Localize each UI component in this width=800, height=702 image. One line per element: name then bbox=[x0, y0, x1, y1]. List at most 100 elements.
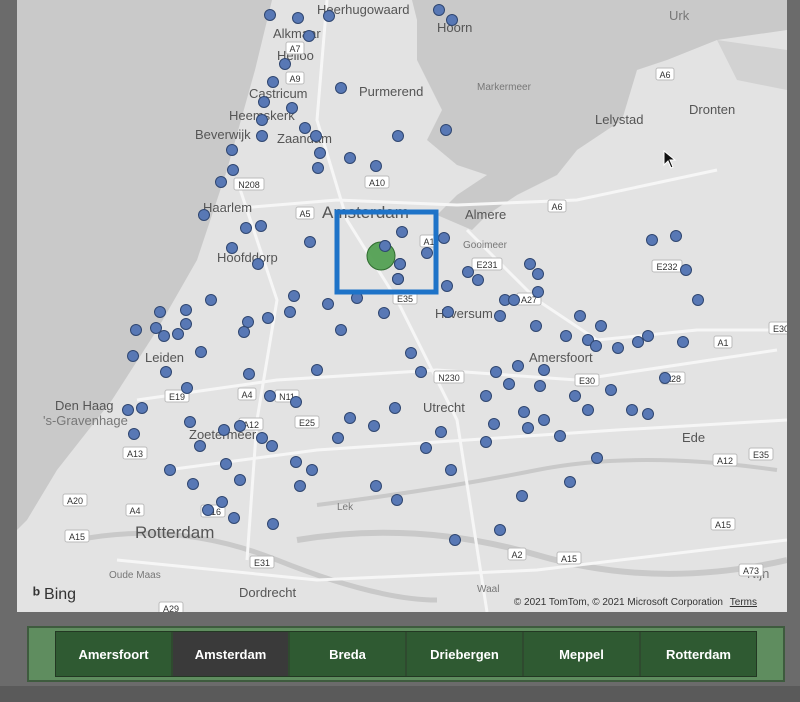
location-marker[interactable] bbox=[642, 330, 654, 342]
location-marker[interactable] bbox=[256, 114, 268, 126]
location-marker[interactable] bbox=[591, 452, 603, 464]
location-marker[interactable] bbox=[534, 380, 546, 392]
location-marker[interactable] bbox=[314, 147, 326, 159]
location-marker[interactable] bbox=[258, 96, 270, 108]
location-marker[interactable] bbox=[518, 406, 530, 418]
location-marker[interactable] bbox=[242, 316, 254, 328]
location-marker[interactable] bbox=[378, 307, 390, 319]
location-marker[interactable] bbox=[216, 496, 228, 508]
location-marker[interactable] bbox=[180, 304, 192, 316]
location-marker[interactable] bbox=[396, 226, 408, 238]
location-marker[interactable] bbox=[256, 432, 268, 444]
location-marker[interactable] bbox=[243, 368, 255, 380]
location-marker[interactable] bbox=[564, 476, 576, 488]
location-marker[interactable] bbox=[288, 290, 300, 302]
location-marker[interactable] bbox=[680, 264, 692, 276]
location-marker[interactable] bbox=[433, 4, 445, 16]
location-marker[interactable] bbox=[670, 230, 682, 242]
location-marker[interactable] bbox=[279, 58, 291, 70]
location-marker[interactable] bbox=[180, 318, 192, 330]
location-marker[interactable] bbox=[267, 76, 279, 88]
location-marker[interactable] bbox=[582, 404, 594, 416]
location-marker[interactable] bbox=[303, 30, 315, 42]
location-marker[interactable] bbox=[438, 232, 450, 244]
location-marker[interactable] bbox=[446, 14, 458, 26]
slicer-button-meppel[interactable]: Meppel bbox=[524, 632, 639, 676]
location-marker[interactable] bbox=[299, 122, 311, 134]
location-marker[interactable] bbox=[392, 273, 404, 285]
location-marker[interactable] bbox=[306, 464, 318, 476]
location-marker[interactable] bbox=[292, 12, 304, 24]
location-marker[interactable] bbox=[560, 330, 572, 342]
location-marker[interactable] bbox=[344, 412, 356, 424]
location-marker[interactable] bbox=[394, 258, 406, 270]
terms-link[interactable]: Terms bbox=[730, 597, 757, 608]
location-marker[interactable] bbox=[538, 414, 550, 426]
location-marker[interactable] bbox=[184, 416, 196, 428]
location-marker[interactable] bbox=[294, 480, 306, 492]
slicer-button-amersfoort[interactable]: Amersfoort bbox=[56, 632, 171, 676]
location-marker[interactable] bbox=[262, 312, 274, 324]
location-marker[interactable] bbox=[304, 236, 316, 248]
location-marker[interactable] bbox=[158, 330, 170, 342]
map-canvas[interactable]: HeerhugowaardHoornUrkAlkmaarHeilooMarker… bbox=[17, 0, 787, 612]
location-marker[interactable] bbox=[379, 240, 391, 252]
location-marker[interactable] bbox=[370, 480, 382, 492]
location-marker[interactable] bbox=[164, 464, 176, 476]
location-marker[interactable] bbox=[344, 152, 356, 164]
slicer-button-driebergen[interactable]: Driebergen bbox=[407, 632, 522, 676]
location-marker[interactable] bbox=[335, 324, 347, 336]
location-marker[interactable] bbox=[522, 422, 534, 434]
location-marker[interactable] bbox=[530, 320, 542, 332]
location-marker[interactable] bbox=[335, 82, 347, 94]
location-marker[interactable] bbox=[172, 328, 184, 340]
location-marker[interactable] bbox=[391, 494, 403, 506]
location-marker[interactable] bbox=[480, 390, 492, 402]
location-marker[interactable] bbox=[194, 440, 206, 452]
location-marker[interactable] bbox=[462, 266, 474, 278]
location-marker[interactable] bbox=[508, 294, 520, 306]
map-visual[interactable]: Heerhugowaard Hoorn Urk Alkmaar Heiloo Marker… bbox=[17, 0, 787, 612]
location-marker[interactable] bbox=[415, 366, 427, 378]
location-marker[interactable] bbox=[480, 436, 492, 448]
location-marker[interactable] bbox=[405, 347, 417, 359]
location-marker[interactable] bbox=[311, 364, 323, 376]
location-marker[interactable] bbox=[136, 402, 148, 414]
location-marker[interactable] bbox=[130, 324, 142, 336]
location-marker[interactable] bbox=[218, 424, 230, 436]
location-marker[interactable] bbox=[238, 326, 250, 338]
location-marker[interactable] bbox=[605, 384, 617, 396]
location-marker[interactable] bbox=[122, 404, 134, 416]
location-marker[interactable] bbox=[642, 408, 654, 420]
location-marker[interactable] bbox=[202, 504, 214, 516]
location-marker[interactable] bbox=[290, 456, 302, 468]
location-marker[interactable] bbox=[370, 160, 382, 172]
location-marker[interactable] bbox=[626, 404, 638, 416]
slicer-button-breda[interactable]: Breda bbox=[290, 632, 405, 676]
location-marker[interactable] bbox=[220, 458, 232, 470]
location-marker[interactable] bbox=[490, 366, 502, 378]
location-marker[interactable] bbox=[322, 298, 334, 310]
location-marker[interactable] bbox=[532, 286, 544, 298]
location-marker[interactable] bbox=[310, 130, 322, 142]
location-marker[interactable] bbox=[516, 490, 528, 502]
location-marker[interactable] bbox=[256, 130, 268, 142]
location-marker[interactable] bbox=[692, 294, 704, 306]
location-marker[interactable] bbox=[677, 336, 689, 348]
location-marker[interactable] bbox=[128, 428, 140, 440]
location-marker[interactable] bbox=[226, 144, 238, 156]
location-marker[interactable] bbox=[590, 340, 602, 352]
location-marker[interactable] bbox=[494, 310, 506, 322]
location-marker[interactable] bbox=[435, 426, 447, 438]
location-marker[interactable] bbox=[267, 518, 279, 530]
location-marker[interactable] bbox=[574, 310, 586, 322]
location-marker[interactable] bbox=[368, 420, 380, 432]
location-marker[interactable] bbox=[659, 372, 671, 384]
location-marker[interactable] bbox=[332, 432, 344, 444]
location-marker[interactable] bbox=[421, 247, 433, 259]
location-marker[interactable] bbox=[252, 258, 264, 270]
location-marker[interactable] bbox=[612, 342, 624, 354]
location-marker[interactable] bbox=[503, 378, 515, 390]
location-marker[interactable] bbox=[234, 474, 246, 486]
location-marker[interactable] bbox=[420, 442, 432, 454]
